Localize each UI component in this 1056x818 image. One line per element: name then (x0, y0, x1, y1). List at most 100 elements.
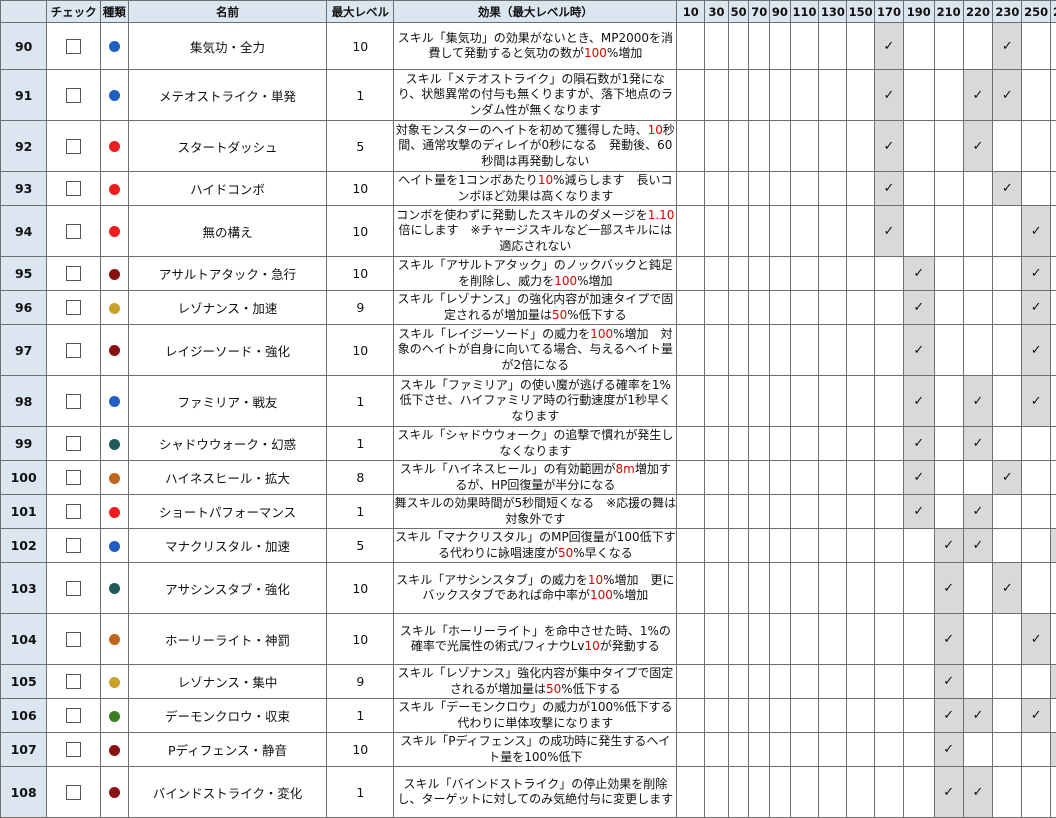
level-10-cell (677, 376, 705, 427)
effect-text: ヘイト量を1コンボあたり (398, 173, 538, 187)
skill-name: バインドストライク・変化 (128, 767, 327, 818)
level-70-cell (749, 257, 770, 291)
row-check-cell (47, 495, 101, 529)
level-30-cell (705, 23, 729, 70)
skill-name: マナクリスタル・加速 (128, 529, 327, 563)
check-mark-icon: ✓ (1002, 181, 1013, 196)
level-110-cell (790, 427, 819, 461)
row-checkbox[interactable] (66, 470, 81, 485)
check-mark-icon: ✓ (973, 139, 984, 154)
row-checkbox[interactable] (66, 343, 81, 358)
level-70-cell (749, 461, 770, 495)
row-checkbox[interactable] (66, 300, 81, 315)
row-checkbox[interactable] (66, 674, 81, 689)
level-210-cell: ✓ (934, 699, 963, 733)
row-checkbox[interactable] (66, 785, 81, 800)
level-30-cell (705, 461, 729, 495)
header-level[interactable]: 130 (819, 1, 847, 23)
kind-dot-icon (109, 473, 120, 484)
row-checkbox[interactable] (66, 742, 81, 757)
level-130-cell (819, 23, 847, 70)
effect-highlight: 100 (554, 274, 577, 288)
header-level[interactable]: 30 (705, 1, 729, 23)
skill-name: Pディフェンス・静音 (128, 733, 327, 767)
level-250-cell (1022, 665, 1051, 699)
skill-table: チェック 種類 名前 最大レベル 効果（最大レベル時） 10 30 50 70 … (0, 0, 1056, 818)
max-level: 1 (327, 699, 394, 733)
level-130-cell (819, 665, 847, 699)
header-level[interactable]: 150 (847, 1, 875, 23)
row-checkbox[interactable] (66, 632, 81, 647)
level-110-cell (790, 206, 819, 257)
level-90-cell (770, 733, 791, 767)
level-230-cell: ✓ (993, 23, 1022, 70)
level-150-cell (847, 563, 875, 614)
row-checkbox[interactable] (66, 266, 81, 281)
skill-effect: スキル「アサルトアタック」のノックバックと鈍足を削除し、威力を100%増加 (394, 257, 677, 291)
skill-effect: ヘイト量を1コンボあたり10%減らします 長いコンボほど効果は高くなります (394, 172, 677, 206)
header-level[interactable]: 50 (728, 1, 749, 23)
row-checkbox[interactable] (66, 88, 81, 103)
level-190-cell (903, 23, 934, 70)
row-checkbox[interactable] (66, 139, 81, 154)
header-level[interactable]: 90 (770, 1, 791, 23)
table-row: 101ショートパフォーマンス1舞スキルの効果時間が5秒間短くなる ※応援の舞は対… (1, 495, 1056, 529)
header-level[interactable]: 190 (903, 1, 934, 23)
header-level[interactable]: 70 (749, 1, 770, 23)
header-level[interactable]: 230 (993, 1, 1022, 23)
check-mark-icon: ✓ (883, 39, 894, 54)
level-170-cell (875, 257, 904, 291)
skill-effect: スキル「メテオストライク」の隕石数が1発になり、状態異常の付与も無くりますが、落… (394, 70, 677, 121)
header-level[interactable]: 250 (1022, 1, 1051, 23)
skill-effect: スキル「レゾナンス」の強化内容が加速タイプで固定されるが増加量は50%低下する (394, 291, 677, 325)
level-270-cell (1051, 563, 1056, 614)
effect-text: 倍にします ※チャージスキルなど一部スキルには適応されない (398, 223, 672, 253)
check-mark-icon: ✓ (1031, 224, 1042, 239)
row-checkbox[interactable] (66, 504, 81, 519)
check-mark-icon: ✓ (883, 139, 894, 154)
row-checkbox[interactable] (66, 394, 81, 409)
row-checkbox[interactable] (66, 436, 81, 451)
row-checkbox[interactable] (66, 538, 81, 553)
effect-text: スキル「レゾナンス」強化内容が集中タイプで固定されるが増加量は (397, 666, 673, 696)
kind-dot-icon (109, 226, 120, 237)
level-110-cell (790, 257, 819, 291)
level-70-cell (749, 495, 770, 529)
level-50-cell (728, 172, 749, 206)
level-110-cell (790, 529, 819, 563)
level-190-cell (903, 614, 934, 665)
header-level[interactable]: 270 (1051, 1, 1056, 23)
row-checkbox[interactable] (66, 39, 81, 54)
header-max-level[interactable]: 最大レベル (327, 1, 394, 23)
row-check-cell (47, 70, 101, 121)
table-row: 94無の構え10コンボを使わずに発動したスキルのダメージを1.10倍にします ※… (1, 206, 1056, 257)
level-220-cell: ✓ (963, 699, 993, 733)
row-checkbox[interactable] (66, 181, 81, 196)
level-230-cell: ✓ (993, 563, 1022, 614)
skill-name: ハイネスヒール・拡大 (128, 461, 327, 495)
level-70-cell (749, 376, 770, 427)
header-kind[interactable]: 種類 (100, 1, 128, 23)
header-level[interactable]: 10 (677, 1, 705, 23)
row-kind-cell (100, 23, 128, 70)
level-230-cell: ✓ (993, 172, 1022, 206)
header-name[interactable]: 名前 (128, 1, 327, 23)
level-220-cell (963, 257, 993, 291)
row-checkbox[interactable] (66, 581, 81, 596)
header-level[interactable]: 170 (875, 1, 904, 23)
header-effect[interactable]: 効果（最大レベル時） (394, 1, 677, 23)
header-level[interactable]: 220 (963, 1, 993, 23)
skill-name: 集気功・全力 (128, 23, 327, 70)
header-level[interactable]: 210 (934, 1, 963, 23)
check-mark-icon: ✓ (913, 266, 924, 281)
max-level: 10 (327, 614, 394, 665)
level-170-cell (875, 291, 904, 325)
level-30-cell (705, 563, 729, 614)
skill-effect: 対象モンスターのヘイトを初めて獲得した時、10秒間、通常攻撃のディレイが0秒にな… (394, 121, 677, 172)
level-220-cell (963, 665, 993, 699)
header-level[interactable]: 110 (790, 1, 819, 23)
header-check[interactable]: チェック (47, 1, 101, 23)
row-checkbox[interactable] (66, 708, 81, 723)
row-checkbox[interactable] (66, 224, 81, 239)
level-230-cell (993, 767, 1022, 818)
